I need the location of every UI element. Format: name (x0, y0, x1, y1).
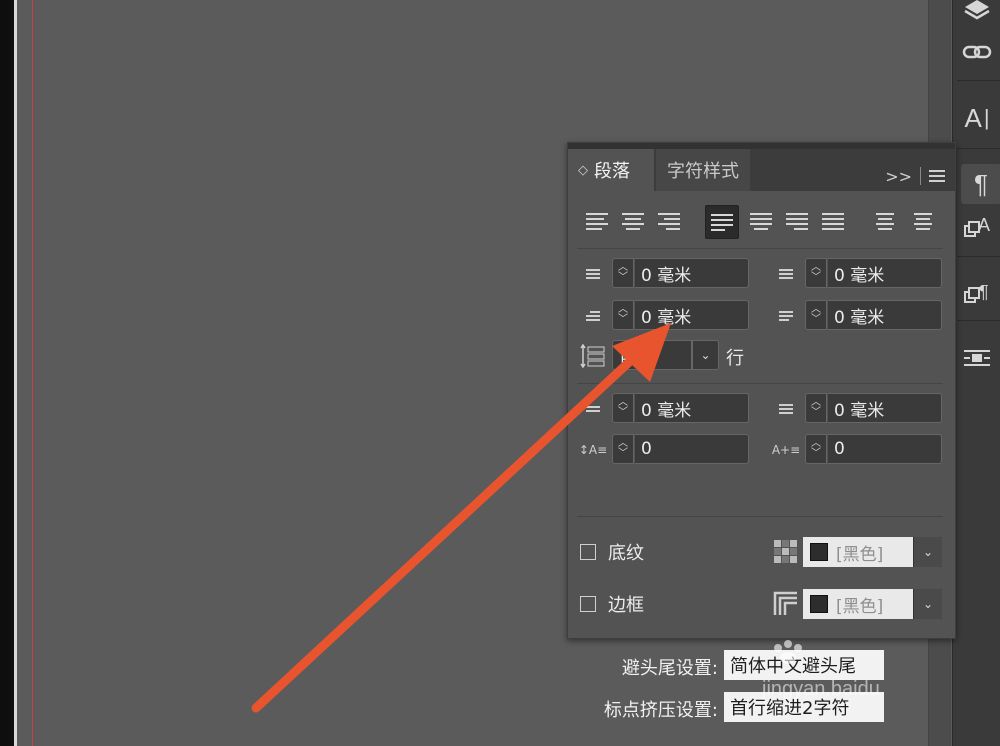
left-indent-value[interactable]: 0 毫米 (635, 258, 749, 288)
space-after-icon (771, 397, 801, 421)
layers-icon[interactable] (953, 0, 1000, 30)
border-toggle[interactable]: 边框 (580, 589, 644, 619)
divider (577, 383, 943, 384)
kinsoku-row: 避头尾设置: 简体中文避头尾 (560, 650, 890, 680)
space-after-field[interactable]: ︿ ﹀ 0 毫米 (771, 393, 951, 423)
first-line-indent-icon (578, 304, 608, 328)
svg-text:A: A (978, 215, 990, 235)
border-checkbox[interactable] (580, 596, 596, 612)
kinsoku-label: 避头尾设置: (621, 658, 718, 679)
text-wrap-icon[interactable] (953, 338, 1000, 378)
border-color-picker[interactable]: [黑色] ⌄ (773, 589, 943, 619)
mojikumi-label: 标点挤压设置: (603, 700, 718, 721)
left-indent-field[interactable]: ︿ ﹀ 0 毫米 (578, 258, 758, 288)
left-indent-icon (578, 262, 608, 286)
align-towards-spine-button[interactable] (869, 205, 901, 237)
drop-cap-chars-value[interactable]: 0 (828, 434, 942, 464)
expand-panel-button[interactable]: >> (885, 167, 912, 186)
shading-checkbox[interactable] (580, 544, 596, 560)
border-color-select[interactable]: [黑色] (803, 589, 913, 619)
last-line-right-indent-icon (771, 304, 801, 328)
panel-controls: >> (885, 155, 945, 197)
first-line-indent-field[interactable]: ︿ ﹀ 0 毫米 (578, 300, 758, 330)
drop-cap-chars-field[interactable]: A+≡ ︿ ﹀ 0 (771, 434, 951, 464)
alignment-toolbar (581, 205, 951, 239)
leading-input[interactable]: 自动 (612, 340, 692, 370)
leading-dropdown-button[interactable]: ⌄ (692, 340, 719, 370)
drop-cap-lines-value[interactable]: 0 (635, 434, 749, 464)
panel-menu-icon[interactable] (929, 170, 945, 182)
right-panel-dock: A | ¶ A ¶ (952, 0, 1000, 746)
right-indent-icon (771, 262, 801, 286)
align-away-from-spine-button[interactable] (907, 205, 939, 237)
tab-paragraph[interactable]: ◇ 段落 (568, 149, 654, 191)
shading-color-select[interactable]: [黑色] (803, 537, 913, 567)
space-before-field[interactable]: ︿ ﹀ 0 毫米 (578, 393, 758, 423)
character-styles-icon[interactable]: A (953, 206, 1000, 246)
align-right-button[interactable] (653, 205, 685, 237)
drop-cap-chars-icon: A+≡ (771, 443, 801, 457)
shading-toggle[interactable]: 底纹 (580, 537, 644, 567)
right-indent-stepper[interactable]: ︿ ﹀ (805, 258, 827, 288)
space-before-icon (578, 397, 608, 421)
border-label: 边框 (608, 595, 644, 616)
space-after-stepper[interactable]: ︿ ﹀ (805, 393, 827, 423)
drop-cap-chars-stepper[interactable]: ︿ ﹀ (805, 434, 827, 464)
character-icon[interactable]: A | (953, 98, 1000, 138)
space-before-stepper[interactable]: ︿ ﹀ (612, 393, 634, 423)
shading-color-picker[interactable]: [黑色] ⌄ (773, 537, 943, 567)
first-line-indent-stepper[interactable]: ︿ ﹀ (612, 300, 634, 330)
align-left-button[interactable] (581, 205, 613, 237)
divider (577, 248, 943, 249)
paragraph-styles-icon[interactable]: ¶ (953, 272, 1000, 312)
right-indent-value[interactable]: 0 毫米 (828, 258, 942, 288)
shading-label: 底纹 (608, 543, 644, 564)
space-before-value[interactable]: 0 毫米 (635, 393, 749, 423)
links-icon[interactable] (953, 32, 1000, 72)
right-indent-field[interactable]: ︿ ﹀ 0 毫米 (771, 258, 951, 288)
align-center-button[interactable] (617, 205, 649, 237)
leading-icon (580, 343, 606, 369)
left-indent-stepper[interactable]: ︿ ﹀ (612, 258, 634, 288)
border-color-dropdown[interactable]: ⌄ (913, 589, 942, 619)
page-edge (14, 0, 17, 746)
drop-cap-lines-stepper[interactable]: ︿ ﹀ (612, 434, 634, 464)
last-line-right-indent-value[interactable]: 0 毫米 (828, 300, 942, 330)
shading-color-chip (810, 543, 828, 561)
leading-unit-label: 行 (726, 348, 744, 369)
last-line-right-indent-stepper[interactable]: ︿ ﹀ (805, 300, 827, 330)
tab-character-styles[interactable]: 字符样式 (656, 149, 750, 191)
justify-all-button[interactable] (817, 205, 849, 237)
svg-text:¶: ¶ (979, 282, 989, 302)
space-after-value[interactable]: 0 毫米 (828, 393, 942, 423)
border-color-chip (810, 595, 828, 613)
shading-swatch-icon (773, 539, 799, 565)
tab-paragraph-label: 段落 (594, 161, 630, 182)
first-line-indent-value[interactable]: 0 毫米 (635, 300, 749, 330)
justify-left-last-button[interactable] (705, 205, 739, 239)
last-line-right-indent-field[interactable]: ︿ ﹀ 0 毫米 (771, 300, 951, 330)
watermark-logo: jingyan.baidu (762, 638, 880, 700)
shading-color-dropdown[interactable]: ⌄ (913, 537, 942, 567)
justify-right-last-button[interactable] (781, 205, 813, 237)
paragraph-icon[interactable]: ¶ (961, 164, 1000, 204)
drop-cap-lines-icon: ↕A≡ (578, 443, 608, 457)
justify-center-last-button[interactable] (745, 205, 777, 237)
margin-guide (32, 0, 33, 746)
border-color-name: [黑色] (836, 596, 884, 617)
shading-color-name: [黑色] (836, 544, 884, 565)
collapse-chevron-icon[interactable]: ◇ (578, 163, 588, 178)
border-swatch-icon (773, 591, 799, 617)
watermark-text: jingyan.baidu (762, 678, 880, 700)
divider (577, 516, 943, 517)
pasteboard-edge (0, 0, 14, 746)
tab-character-styles-label: 字符样式 (667, 161, 739, 182)
panel-tab-bar: ◇ 段落 字符样式 >> (568, 149, 955, 191)
drop-cap-lines-field[interactable]: ↕A≡ ︿ ﹀ 0 (578, 434, 758, 464)
